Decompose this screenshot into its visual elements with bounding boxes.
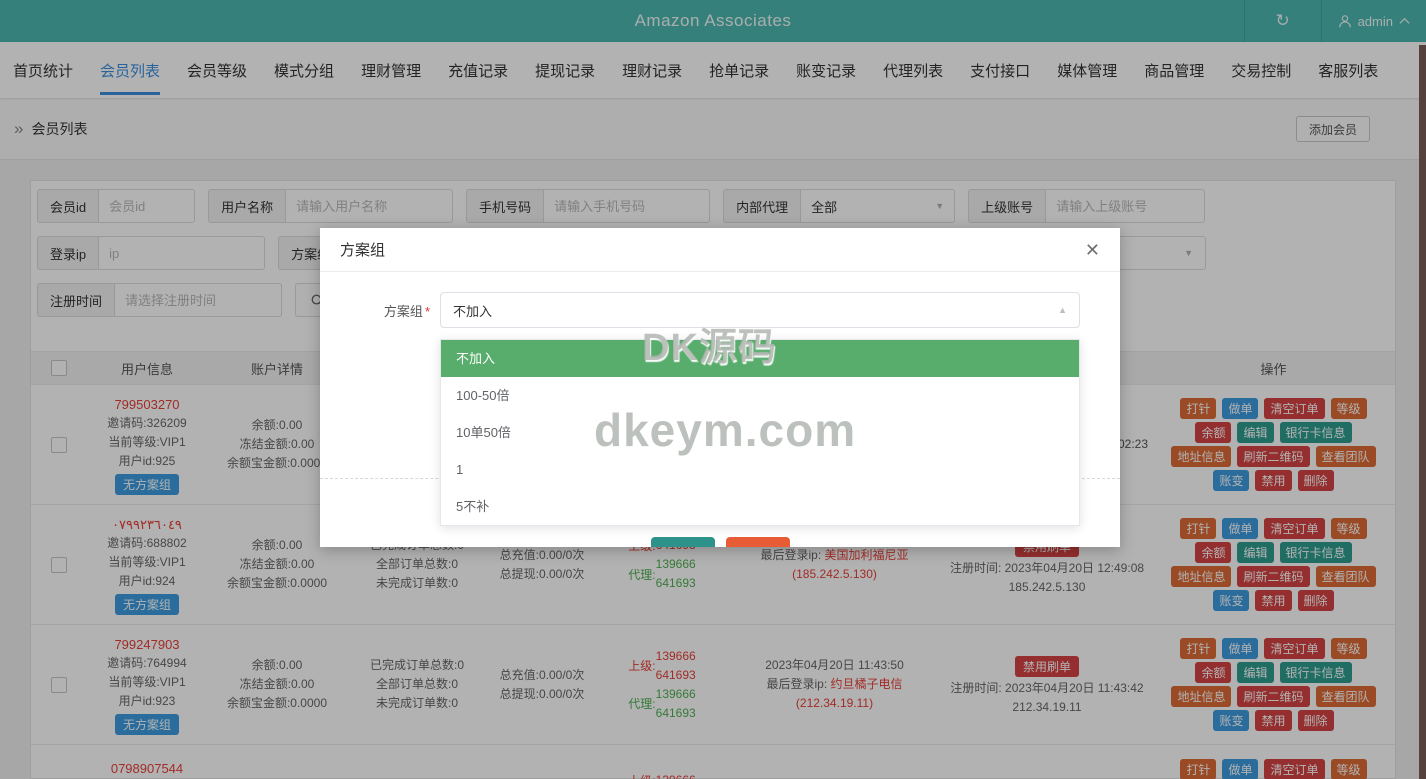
dropdown-option-0[interactable]: 不加入	[441, 340, 1079, 377]
scrollbar[interactable]	[1419, 45, 1426, 779]
cancel-button[interactable]	[725, 537, 790, 547]
modal-title: 方案组	[340, 242, 386, 259]
dropdown-option-4[interactable]: 5不补	[441, 488, 1079, 525]
plan-group-dropdown: 不加入 100-50倍 10单50倍 1 5不补	[440, 339, 1080, 526]
dropdown-option-2[interactable]: 10单50倍	[441, 414, 1079, 451]
required-mark: *	[424, 303, 430, 319]
dropdown-option-1[interactable]: 100-50倍	[441, 377, 1079, 414]
plan-group-modal-select[interactable]: 不加入 ▲	[440, 292, 1080, 328]
chevron-up-icon: ▲	[1058, 305, 1067, 315]
modal-field-label: 方案组 *	[383, 303, 430, 319]
app-window: Amazon Associates ↻ admin 首页统计 会员列表 会员等级 模式…	[0, 0, 1426, 779]
plan-group-modal: 方案组 ✕ 方案组 * 不加入 ▲ 不加入 100-50倍 10单50倍 1 5不补	[320, 228, 1120, 547]
close-icon[interactable]: ✕	[1085, 241, 1100, 259]
dropdown-option-3[interactable]: 1	[441, 451, 1079, 488]
confirm-button[interactable]	[650, 537, 715, 547]
